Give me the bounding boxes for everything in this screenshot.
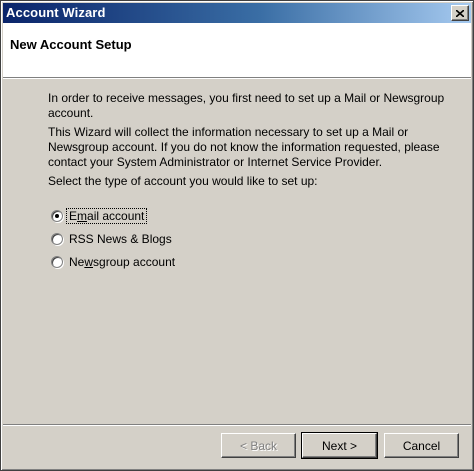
title-bar[interactable]: Account Wizard <box>3 3 471 23</box>
cancel-button[interactable]: Cancel <box>384 433 459 458</box>
radio-label[interactable]: Newsgroup account <box>67 255 177 269</box>
wizard-header: New Account Setup <box>3 23 471 78</box>
page-title: New Account Setup <box>10 37 132 52</box>
next-button[interactable]: Next > <box>301 432 378 459</box>
back-button[interactable]: < Back <box>221 433 296 458</box>
account-type-group: Email account RSS News & Blogs Newsgroup… <box>51 208 177 277</box>
select-prompt: Select the type of account you would lik… <box>48 174 318 188</box>
radio-label[interactable]: Email account <box>65 208 148 224</box>
account-wizard-window: Account Wizard New Account Setup In orde… <box>0 0 474 471</box>
radio-email-account[interactable]: Email account <box>51 208 177 224</box>
radio-label[interactable]: RSS News & Blogs <box>67 232 174 246</box>
radio-button[interactable] <box>51 256 63 268</box>
radio-button[interactable] <box>51 233 63 245</box>
info-text: This Wizard will collect the information… <box>48 125 440 169</box>
window-title: Account Wizard <box>6 5 106 20</box>
close-icon <box>456 9 464 17</box>
wizard-content: In order to receive messages, you first … <box>48 91 448 193</box>
radio-selected-dot <box>55 214 59 218</box>
radio-newsgroup-account[interactable]: Newsgroup account <box>51 254 177 270</box>
intro-text: In order to receive messages, you first … <box>48 91 445 120</box>
close-button[interactable] <box>451 5 469 21</box>
footer-divider <box>3 424 471 426</box>
radio-button[interactable] <box>51 210 63 222</box>
radio-rss-news-blogs[interactable]: RSS News & Blogs <box>51 231 177 247</box>
